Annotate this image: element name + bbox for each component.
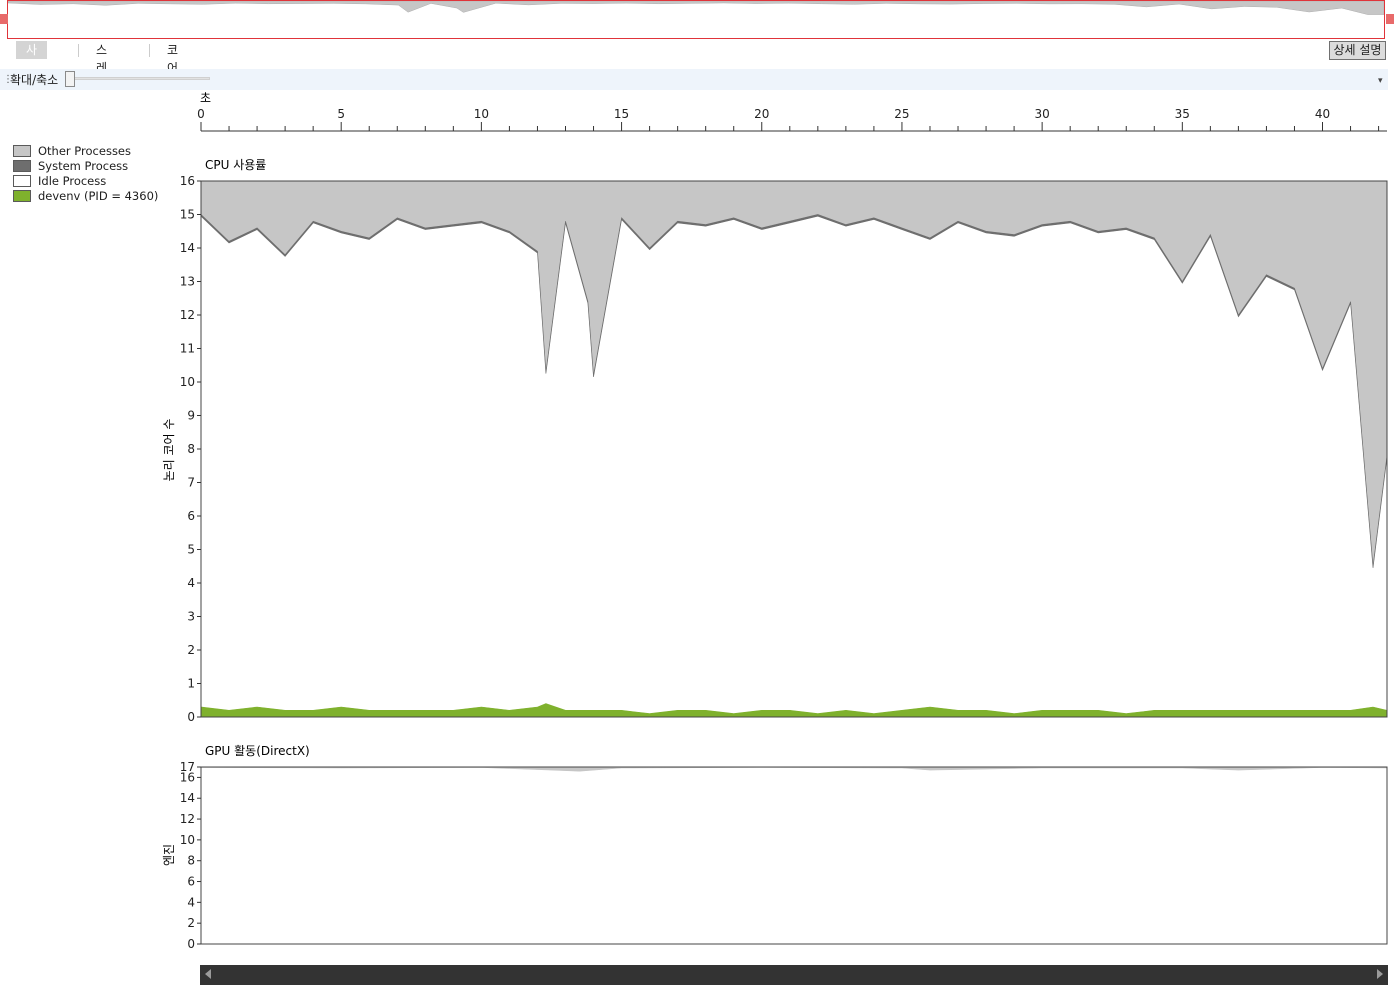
legend-label: System Process <box>38 158 129 173</box>
toolbar-overflow-icon[interactable]: ▾ <box>1378 76 1383 86</box>
y-axis-tick-label: 12 <box>180 308 195 322</box>
plot-frame <box>200 766 1388 945</box>
zoom-slider-thumb[interactable] <box>65 71 75 87</box>
y-axis-tick-label: 6 <box>187 509 195 523</box>
y-axis-tick-label: 5 <box>187 543 195 557</box>
y-axis-tick-label: 2 <box>187 643 195 657</box>
time-axis-label: 초 <box>200 91 211 105</box>
legend-swatch <box>13 144 31 157</box>
tab-utilization[interactable]: 사용률 <box>16 41 48 93</box>
y-axis-tick-label: 4 <box>187 576 195 590</box>
tab-separator <box>149 44 150 57</box>
time-axis-tick-label: 20 <box>754 107 769 121</box>
legend-label: Idle Process <box>38 173 107 188</box>
y-axis-tick-label: 13 <box>180 275 195 289</box>
legend-item: Idle Process <box>13 173 158 188</box>
legend-label: devenv (PID = 4360) <box>38 188 159 203</box>
plot-area <box>201 767 1387 944</box>
legend-swatch <box>13 159 31 172</box>
y-axis-tick-label: 15 <box>180 208 195 222</box>
y-axis-tick-label: 0 <box>187 937 195 951</box>
time-axis-tick-label: 5 <box>337 107 345 121</box>
details-button[interactable]: 상세 설명 <box>1329 41 1386 60</box>
gpu-chart-title: GPU 활동(DirectX) <box>205 744 310 758</box>
y-axis-tick-label: 8 <box>187 854 195 868</box>
y-axis-tick-label: 4 <box>187 895 195 909</box>
time-axis-tick-label: 15 <box>614 107 629 121</box>
zoom-label: 확대/축소 <box>10 73 59 87</box>
time-axis-tick-label: 30 <box>1034 107 1049 121</box>
series-area-other-processes <box>200 180 1388 567</box>
tab-separator <box>78 44 79 57</box>
tab-threads[interactable]: 스레드 <box>86 41 117 93</box>
overview-timeline[interactable] <box>7 0 1385 39</box>
time-axis-tick-label: 35 <box>1175 107 1190 121</box>
legend-item: Other Processes <box>13 143 158 158</box>
overview-cpu-area <box>8 1 1384 15</box>
cpu-usage-chart[interactable]: 012345678910111213141516 <box>180 174 1388 724</box>
y-axis-tick-label: 17 <box>180 760 195 774</box>
time-axis-tick-label: 40 <box>1315 107 1330 121</box>
y-axis-tick-label: 9 <box>187 409 195 423</box>
time-axis-tick-label: 10 <box>474 107 489 121</box>
legend-swatch <box>13 189 31 202</box>
y-axis-tick-label: 16 <box>180 770 195 784</box>
legend-swatch <box>13 174 31 187</box>
time-axis-tick-label: 0 <box>197 107 205 121</box>
legend-label: Other Processes <box>38 143 131 158</box>
legend: Other Processes System Process Idle Proc… <box>13 143 158 203</box>
y-axis-tick-label: 14 <box>180 241 195 255</box>
plot-area <box>201 181 1387 717</box>
legend-item: devenv (PID = 4360) <box>13 188 158 203</box>
overview-range-end-handle[interactable] <box>1386 14 1394 24</box>
y-axis-tick-label: 0 <box>187 710 195 724</box>
cpu-y-axis-label: 논리 코어 수 <box>162 419 176 482</box>
zoom-toolbar: ⋮ 확대/축소 ▾ <box>0 69 1388 90</box>
charts-canvas: 초 CPU 사용률 논리 코어 수 GPU 활동(DirectX) 엔진 0 5 1… <box>162 91 1388 951</box>
plot-frame <box>200 180 1388 718</box>
horizontal-scrollbar[interactable] <box>200 965 1388 985</box>
gpu-activity-chart[interactable]: 0 2 4 6 8 10 12 14 1617 <box>180 760 1388 951</box>
y-axis-tick-label: 8 <box>187 442 195 456</box>
y-axis-tick-label: 10 <box>180 375 195 389</box>
y-axis-tick-label: 10 <box>180 833 195 847</box>
series-area-devenv-pid-4360 <box>200 703 1388 718</box>
zoom-slider-track[interactable] <box>66 77 210 80</box>
y-axis-tick-label: 12 <box>180 812 195 826</box>
y-axis-tick-label: 1 <box>187 677 195 691</box>
time-axis-tick-label: 25 <box>894 107 909 121</box>
y-axis-tick-label: 11 <box>180 342 195 356</box>
tab-cores[interactable]: 코어 <box>157 41 188 75</box>
time-axis: 0 5 10 15 20 25 30 35 40 <box>197 107 1387 132</box>
y-axis-tick-label: 3 <box>187 610 195 624</box>
y-axis-tick-label: 16 <box>180 174 195 188</box>
overview-range-start-handle[interactable] <box>0 14 8 24</box>
y-axis-tick-label: 2 <box>187 916 195 930</box>
cpu-chart-title: CPU 사용률 <box>205 158 266 172</box>
series-area-other-processes <box>200 766 1388 772</box>
y-axis-tick-label: 14 <box>180 791 195 805</box>
y-axis-tick-label: 6 <box>187 875 195 889</box>
scroll-right-icon[interactable] <box>1377 969 1383 979</box>
y-axis-tick-label: 7 <box>187 476 195 490</box>
series-area-system-process <box>200 213 1388 568</box>
overview-cpu-thumbnail <box>8 1 1384 15</box>
gpu-y-axis-label: 엔진 <box>162 844 176 866</box>
legend-item: System Process <box>13 158 158 173</box>
scroll-left-icon[interactable] <box>205 969 211 979</box>
